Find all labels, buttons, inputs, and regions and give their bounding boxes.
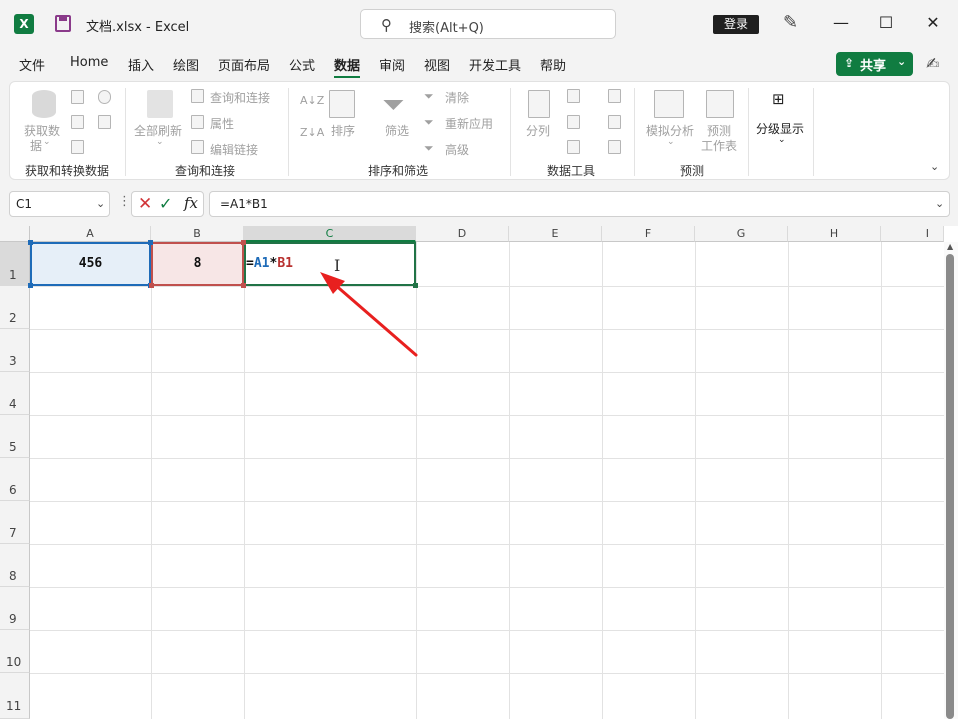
annotation-arrow-shaft	[331, 281, 418, 357]
annotation-arrow	[320, 272, 418, 357]
